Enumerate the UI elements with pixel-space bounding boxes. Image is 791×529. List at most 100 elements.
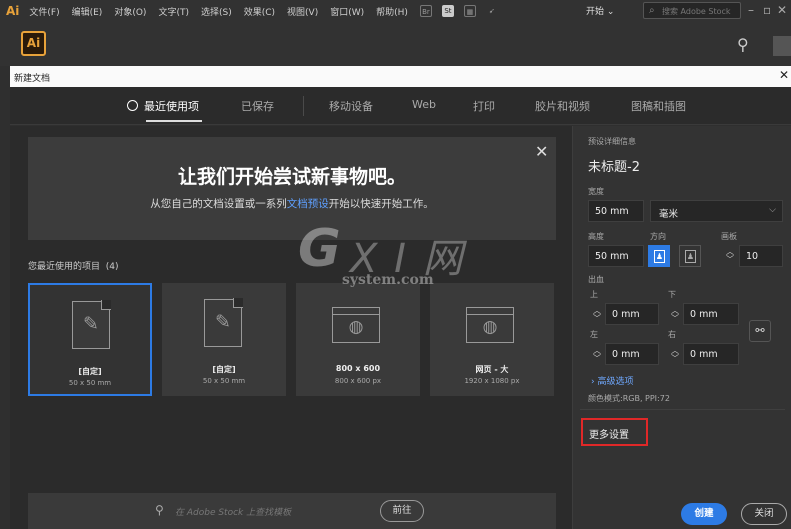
stock-search-input[interactable]: ⌕ 搜索 Adobe Stock [643, 2, 741, 19]
stock-icon[interactable]: St [441, 5, 454, 17]
card-name: 网页 - 大 [475, 365, 509, 374]
recent-items-heading: 您最近使用的项目 (4) [28, 259, 119, 272]
menu-help[interactable]: 帮助(H) [376, 5, 408, 18]
menu-effect[interactable]: 效果(C) [244, 5, 275, 18]
artboards-label: 画板 [721, 232, 737, 241]
app-search-icon[interactable]: ⚲ [737, 35, 749, 54]
arrange-icon[interactable]: ▦ [463, 5, 476, 17]
artboards-stepper[interactable]: ︿ ﹀ [721, 248, 739, 264]
tab-recent[interactable]: 最近使用项 [127, 98, 199, 114]
chevron-right-icon: › [591, 377, 595, 387]
active-tab-underline [146, 120, 202, 122]
menu-object[interactable]: 对象(O) [114, 5, 146, 18]
recent-item-card[interactable]: ◍ 网页 - 大 1920 x 1080 px [430, 283, 554, 396]
dialog-close-icon[interactable]: ✕ [779, 68, 789, 82]
landscape-icon: ♟ [685, 250, 696, 263]
stock-search-placeholder: 搜索 Adobe Stock [662, 7, 731, 16]
menu-edit[interactable]: 编辑(E) [72, 5, 103, 18]
template-search-input[interactable]: 在 Adobe Stock 上查找模板 [175, 505, 291, 518]
welcome-sub-before: 从您自己的文档设置或一系列 [150, 198, 287, 210]
create-button[interactable]: 创建 [681, 503, 727, 525]
bridge-icon[interactable]: Br [419, 5, 432, 17]
bleed-left-label: 左 [590, 330, 598, 339]
tab-art-illustration[interactable]: 图稿和插图 [631, 98, 686, 114]
tab-saved[interactable]: 已保存 [241, 98, 274, 114]
chevron-down-icon: ⌵ [769, 205, 776, 215]
tab-web[interactable]: Web [412, 98, 436, 111]
recent-item-card[interactable]: ✎ [自定] 50 x 50 mm [28, 283, 152, 396]
document-pen-icon: ✎ [72, 300, 111, 349]
document-pen-icon: ✎ [204, 298, 243, 347]
tab-divider [303, 96, 304, 116]
bleed-left-input[interactable]: 0 mm [605, 343, 659, 365]
width-input[interactable]: 50 mm [588, 200, 644, 222]
bleed-label: 出血 [588, 275, 604, 284]
go-button[interactable]: 前往 [380, 500, 424, 522]
landscape-button[interactable]: ♟ [679, 245, 701, 267]
document-name-input[interactable]: 未标题-2 [588, 156, 640, 175]
web-page-icon: ◍ [332, 307, 380, 343]
link-icon[interactable]: ⚯ [749, 320, 771, 342]
tab-print[interactable]: 打印 [473, 98, 495, 114]
maximize-icon[interactable]: ▫ [763, 3, 771, 17]
welcome-banner: 让我们开始尝试新事物吧。 从您自己的文档设置或一系列文档预设开始以快速开始工作。… [28, 137, 556, 240]
workspace-label: 开始 [586, 7, 605, 17]
gpu-icon[interactable]: ➹ [486, 5, 498, 17]
portrait-button[interactable]: ♟ [648, 245, 670, 267]
clock-icon [127, 100, 138, 111]
card-size: 50 x 50 mm [68, 379, 112, 387]
menu-view[interactable]: 视图(V) [287, 5, 318, 18]
panel-block [773, 36, 791, 56]
preset-tabs: 最近使用项 已保存 移动设备 Web 打印 胶片和视频 图稿和插图 [10, 87, 791, 125]
bleed-bottom-stepper[interactable]: ︿ ﹀ [666, 307, 684, 323]
width-label: 宽度 [588, 187, 604, 196]
more-settings-button[interactable]: 更多设置 [581, 418, 648, 446]
minimize-icon[interactable]: – [748, 3, 754, 17]
card-name: [自定] [212, 365, 236, 374]
template-search-bar [28, 493, 556, 529]
tab-film-video[interactable]: 胶片和视频 [535, 98, 590, 114]
bleed-right-stepper[interactable]: ︿ ﹀ [666, 347, 684, 363]
menu-window[interactable]: 窗口(W) [330, 5, 364, 18]
height-input[interactable]: 50 mm [588, 245, 644, 267]
bleed-top-input[interactable]: 0 mm [605, 303, 659, 325]
bleed-top-label: 上 [590, 290, 598, 299]
card-name: 800 x 600 [335, 364, 381, 373]
tab-mobile[interactable]: 移动设备 [329, 98, 373, 114]
bleed-top-stepper[interactable]: ︿ ﹀ [588, 307, 606, 323]
search-icon: ⌕ [649, 5, 655, 16]
recent-items-count: (4) [105, 262, 119, 272]
card-name: [自定] [78, 367, 102, 376]
card-size: 1920 x 1080 px [464, 377, 520, 385]
unit-select[interactable]: 毫米 ⌵ [650, 200, 783, 222]
recent-item-card[interactable]: ◍ 800 x 600 800 x 600 px [296, 283, 420, 396]
banner-close-icon[interactable]: ✕ [535, 142, 548, 161]
app-bar [0, 22, 791, 66]
recent-item-card[interactable]: ✎ [自定] 50 x 50 mm [162, 283, 286, 396]
bleed-bottom-input[interactable]: 0 mm [683, 303, 739, 325]
preset-details-label: 预设详细信息 [588, 137, 636, 146]
welcome-title: 让我们开始尝试新事物吧。 [177, 166, 406, 188]
document-presets-link[interactable]: 文档预设 [287, 198, 329, 210]
illustrator-window: { "menubar": { "app_icon": "Ai", "items"… [0, 0, 791, 529]
advanced-options-toggle[interactable]: › 高级选项 [591, 374, 634, 387]
menu-select[interactable]: 选择(S) [201, 5, 232, 18]
bleed-bottom-label: 下 [668, 290, 676, 299]
orientation-label: 方向 [650, 232, 666, 241]
bleed-left-stepper[interactable]: ︿ ﹀ [588, 347, 606, 363]
artboards-input[interactable]: 10 [739, 245, 783, 267]
welcome-subtitle: 从您自己的文档设置或一系列文档预设开始以快速开始工作。 [28, 196, 556, 211]
bleed-right-input[interactable]: 0 mm [683, 343, 739, 365]
unit-value: 毫米 [659, 209, 679, 220]
window-close-icon[interactable]: ✕ [777, 3, 787, 17]
tab-recent-label: 最近使用项 [144, 100, 199, 113]
close-button[interactable]: 关闭 [741, 503, 787, 525]
watermark-domain: system.com [342, 272, 434, 288]
workspace-switcher[interactable]: 开始 ⌄ [586, 4, 614, 17]
menu-type[interactable]: 文字(T) [158, 5, 189, 18]
menu-file[interactable]: 文件(F) [29, 5, 59, 18]
search-icon: ⚲ [155, 503, 164, 517]
advanced-options-label: 高级选项 [597, 377, 634, 387]
watermark-logo-g: G [298, 219, 341, 279]
web-page-icon: ◍ [466, 307, 514, 343]
